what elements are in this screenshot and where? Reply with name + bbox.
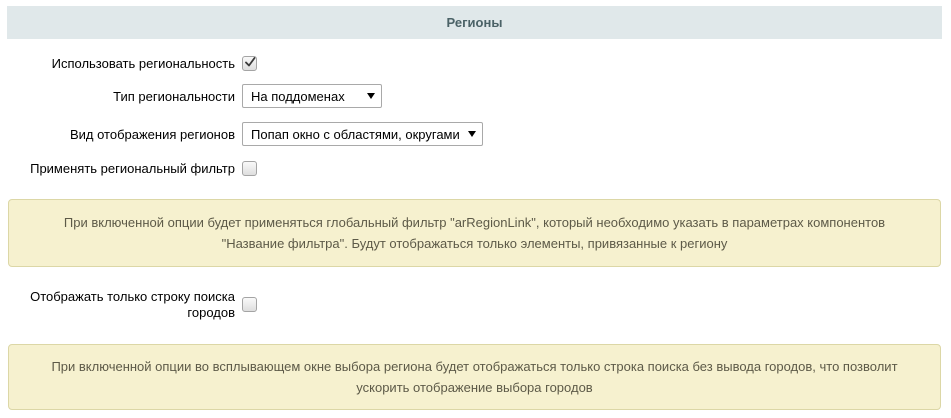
- use-regionality-label: Использовать региональность: [51, 56, 235, 71]
- regions-display-label: Вид отображения регионов: [69, 127, 235, 142]
- section-title: Регионы: [446, 15, 503, 30]
- regions-display-value: Попап окно с областями, округами: [251, 126, 460, 142]
- section-header: Регионы: [7, 6, 942, 39]
- dropdown-arrow-icon: [468, 131, 476, 137]
- regions-display-select[interactable]: Попап окно с областями, округами: [242, 122, 483, 146]
- regional-filter-checkbox[interactable]: [242, 161, 257, 176]
- dropdown-arrow-icon: [367, 93, 375, 99]
- use-regionality-checkbox[interactable]: [242, 56, 257, 71]
- regionality-type-select[interactable]: На поддоменах: [242, 84, 382, 108]
- search-hint-notice: При включенной опции во всплывающем окне…: [8, 344, 941, 410]
- regionality-type-value: На поддоменах: [251, 88, 345, 104]
- regionality-type-label: Тип региональности: [113, 89, 235, 104]
- checkmark-icon: [245, 57, 256, 67]
- filter-hint-notice: При включенной опции будет применяться г…: [8, 199, 941, 267]
- filter-hint-text: При включенной опции будет применяться г…: [63, 215, 886, 251]
- search-only-label: Отображать только строку поиска городов: [30, 289, 235, 320]
- regional-filter-label: Применять региональный фильтр: [30, 161, 235, 176]
- search-only-checkbox[interactable]: [242, 297, 257, 312]
- search-hint-text: При включенной опции во всплывающем окне…: [51, 359, 898, 395]
